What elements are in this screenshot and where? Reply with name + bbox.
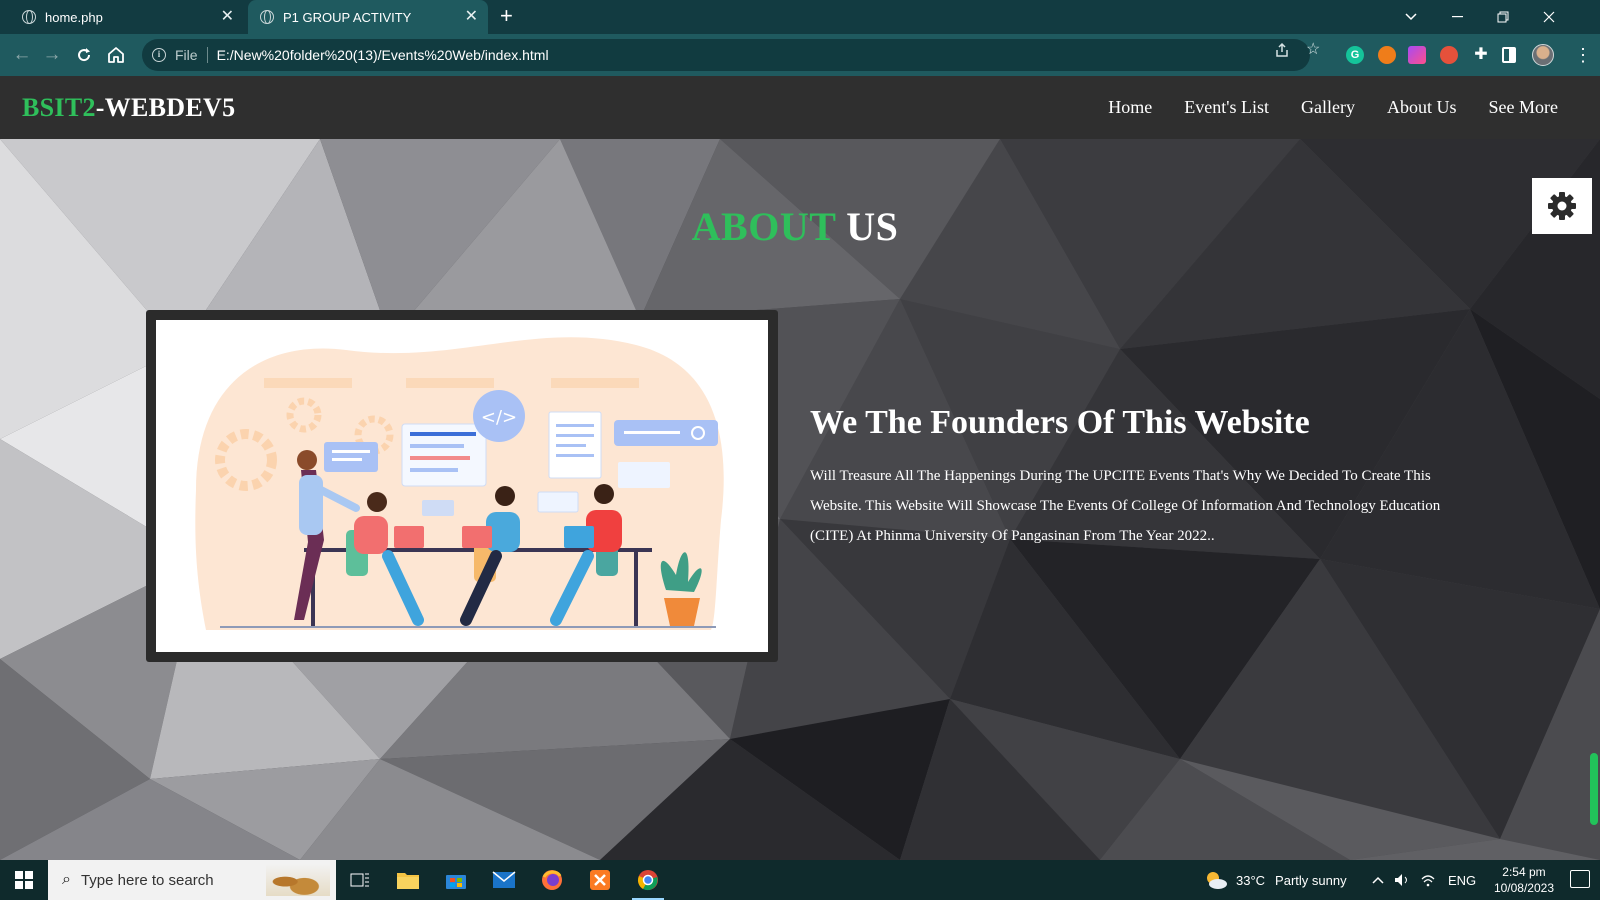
tab-home-php[interactable]: home.php ✕: [10, 0, 244, 34]
search-icon: ⌕: [62, 871, 71, 888]
xampp-icon[interactable]: [576, 860, 624, 900]
search-placeholder: Type here to search: [80, 871, 214, 889]
site-nav: Home Event's List Gallery About Us See M…: [1076, 97, 1558, 118]
team-meeting-illustration: </>: [195, 337, 724, 630]
tab-title: home.php: [45, 9, 103, 25]
chrome-icon[interactable]: [624, 860, 672, 900]
url-text[interactable]: E:/New%20folder%20(13)/Events%20Web/inde…: [217, 47, 549, 63]
nav-about-us[interactable]: About Us: [1387, 97, 1457, 118]
founders-description: Will Treasure All The Happenings During …: [810, 468, 1441, 544]
windows-taskbar: ⌕ Type here to search 33°C Partly sunny …: [0, 860, 1600, 900]
svg-text:</>: </>: [481, 407, 517, 428]
weather-condition: Partly sunny: [1275, 872, 1347, 888]
close-tab-icon[interactable]: ✕: [221, 8, 234, 26]
search-highlight-image: [266, 864, 330, 896]
mail-icon[interactable]: [480, 860, 528, 900]
nav-home[interactable]: Home: [1108, 97, 1152, 118]
clock-date: 10/08/2023: [1493, 881, 1554, 895]
network-icon[interactable]: [1420, 860, 1436, 900]
address-separator: [206, 47, 208, 63]
ext-orange-icon[interactable]: [1378, 46, 1396, 64]
partly-sunny-icon: [1207, 872, 1227, 889]
web-page: BSIT2-WEBDEV5 Home Event's List Gallery …: [0, 76, 1600, 860]
globe-icon: [260, 10, 274, 24]
about-section: ABOUT US </> We The Founders Of This Web…: [0, 139, 1600, 860]
taskbar-search-box[interactable]: ⌕ Type here to search: [48, 860, 336, 900]
about-us-title: ABOUT US: [691, 204, 899, 249]
globe-icon: [22, 10, 36, 24]
address-bar[interactable]: i File E:/New%20folder%20(13)/Events%20W…: [142, 39, 1310, 71]
profile-avatar[interactable]: [1532, 44, 1554, 66]
menu-kebab-icon[interactable]: ⋮: [1574, 43, 1592, 67]
browser-tab-strip: home.php ✕ P1 GROUP ACTIVITY ✕ +: [0, 0, 1600, 34]
system-clock[interactable]: 2:54 pm 10/08/2023: [1494, 864, 1554, 896]
nav-see-more[interactable]: See More: [1489, 97, 1558, 118]
grammarly-icon[interactable]: G: [1346, 46, 1364, 64]
side-panel-icon[interactable]: [1502, 47, 1516, 63]
volume-icon[interactable]: [1394, 860, 1410, 900]
page-scrollbar-thumb[interactable]: [1590, 753, 1598, 825]
site-brand[interactable]: BSIT2-WEBDEV5: [22, 93, 235, 123]
minimize-window-button[interactable]: [1434, 0, 1480, 34]
forward-arrow-icon[interactable]: →: [40, 43, 64, 67]
close-window-button[interactable]: [1526, 0, 1572, 34]
tab-title: P1 GROUP ACTIVITY: [283, 9, 412, 25]
team-illustration: </>: [156, 320, 768, 652]
nav-gallery[interactable]: Gallery: [1301, 97, 1355, 118]
weather-widget[interactable]: 33°C Partly sunny: [1204, 860, 1347, 900]
founders-heading: We The Founders Of This Website: [810, 404, 1310, 441]
share-icon[interactable]: [1274, 42, 1290, 62]
close-tab-icon[interactable]: ✕: [465, 8, 478, 26]
ext-badge-icon[interactable]: [1440, 46, 1458, 64]
microsoft-store-icon[interactable]: [432, 860, 480, 900]
show-hidden-icons-chevron-icon[interactable]: [1372, 860, 1384, 900]
home-icon[interactable]: [104, 43, 128, 67]
notification-center-icon[interactable]: [1570, 870, 1590, 888]
back-arrow-icon[interactable]: ←: [10, 43, 34, 67]
about-illustration-frame: </>: [146, 310, 778, 662]
nav-events-list[interactable]: Event's List: [1184, 97, 1269, 118]
restore-window-button[interactable]: [1480, 0, 1526, 34]
site-navbar: BSIT2-WEBDEV5 Home Event's List Gallery …: [0, 76, 1600, 139]
browser-toolbar: ← → i File E:/New%20folder%20(13)/Events…: [0, 34, 1600, 76]
site-info-icon[interactable]: i: [152, 48, 166, 62]
windows-logo-icon: [15, 871, 33, 889]
scheme-label: File: [175, 47, 198, 63]
tab-p1-group-activity[interactable]: P1 GROUP ACTIVITY ✕: [248, 0, 488, 34]
bookmark-star-icon[interactable]: ☆: [1306, 42, 1320, 58]
puzzle-icon[interactable]: ✚: [1472, 46, 1490, 64]
reload-icon[interactable]: [72, 43, 96, 67]
clock-time: 2:54 pm: [1502, 865, 1546, 879]
new-tab-button[interactable]: +: [500, 5, 513, 27]
start-button[interactable]: [0, 860, 48, 900]
file-explorer-icon[interactable]: [384, 860, 432, 900]
ext-purple-icon[interactable]: [1408, 46, 1426, 64]
task-view-icon[interactable]: [336, 860, 384, 900]
firefox-icon[interactable]: [528, 860, 576, 900]
weather-temp: 33°C: [1236, 872, 1266, 888]
tab-search-chevron-icon[interactable]: [1388, 0, 1434, 34]
language-indicator[interactable]: ENG: [1448, 860, 1476, 900]
